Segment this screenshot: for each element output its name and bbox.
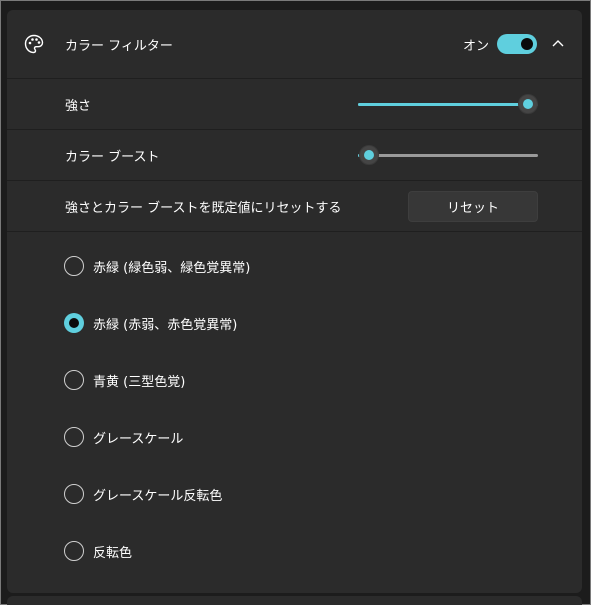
slider-thumb[interactable] [359, 145, 379, 165]
radio-button[interactable] [64, 484, 84, 504]
filter-option-label: 反転色 [93, 545, 133, 561]
radio-button[interactable] [64, 427, 84, 447]
color-boost-label: カラー ブースト [65, 150, 160, 165]
filter-option-label: グレースケール [93, 431, 184, 447]
filter-option-label: 赤緑 (緑色弱、緑色覚異常) [93, 260, 251, 276]
color-boost-slider[interactable] [358, 145, 538, 165]
filter-option-label: グレースケール反転色 [93, 488, 223, 504]
radio-button[interactable] [64, 370, 84, 390]
filter-option-deuteranopia[interactable]: 赤緑 (緑色弱、緑色覚異常) [64, 255, 464, 277]
filter-option-protanopia[interactable]: 赤緑 (赤弱、赤色覚異常) [64, 312, 464, 334]
slider-thumb[interactable] [518, 94, 538, 114]
toggle-state-label: オン [463, 39, 490, 54]
next-panel-edge [7, 596, 582, 605]
intensity-slider[interactable] [358, 94, 538, 114]
reset-button[interactable]: リセット [408, 191, 538, 222]
reset-row: 強さとカラー ブーストを既定値にリセットする リセット [7, 181, 582, 232]
toggle-knob [521, 38, 533, 50]
filter-option-grayscale-inverted[interactable]: グレースケール反転色 [64, 483, 464, 505]
filter-option-tritanopia[interactable]: 青黄 (三型色覚) [64, 369, 464, 391]
radio-button[interactable] [64, 256, 84, 276]
filter-option-grayscale[interactable]: グレースケール [64, 426, 464, 448]
slider-fill [358, 103, 538, 106]
filter-option-inverted[interactable]: 反転色 [64, 540, 464, 562]
intensity-label: 強さ [65, 99, 92, 114]
chevron-up-icon[interactable] [551, 38, 565, 48]
color-filter-panel: カラー フィルター オン 強さ カラー ブースト 強さとカラー ブーストを既定値… [7, 10, 582, 593]
color-filter-title: カラー フィルター [65, 39, 173, 54]
palette-icon [24, 34, 44, 54]
filter-option-label: 青黄 (三型色覚) [93, 374, 186, 390]
reset-description: 強さとカラー ブーストを既定値にリセットする [65, 201, 342, 216]
filter-option-label: 赤緑 (赤弱、赤色覚異常) [93, 317, 238, 333]
color-filter-header[interactable]: カラー フィルター オン [7, 10, 582, 79]
color-boost-row: カラー ブースト [7, 130, 582, 181]
radio-button[interactable] [64, 313, 84, 333]
slider-track [358, 154, 538, 157]
intensity-row: 強さ [7, 79, 582, 130]
color-filter-toggle[interactable] [497, 34, 537, 54]
radio-button[interactable] [64, 541, 84, 561]
